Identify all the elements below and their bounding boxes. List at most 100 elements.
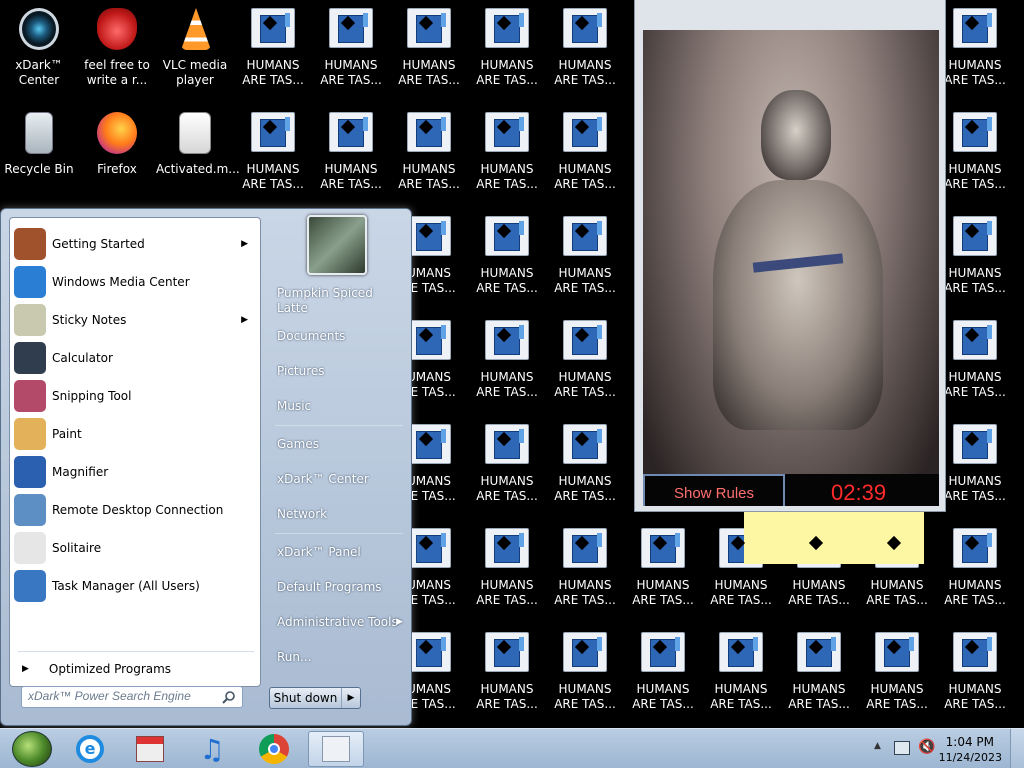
document-icon [483,110,531,158]
shutdown-button[interactable]: Shut down ▶ [269,687,361,709]
desktop-icon-humans[interactable]: HUMANS ARE TAS... [546,312,624,416]
desktop-icon-humans[interactable]: HUMANS ARE TAS... [624,624,702,728]
user-avatar[interactable] [307,215,367,275]
desktop-icon-xdark-center[interactable]: xDark™ Center [0,0,78,104]
desktop-icon-humans[interactable]: HUMANS ARE TAS... [936,520,1014,624]
start-menu-item[interactable]: Remote Desktop Connection [14,492,258,528]
run-link[interactable]: Run... [277,650,409,665]
desktop-icon-humans[interactable]: HUMANS ARE TAS... [546,104,624,208]
program-icon [14,494,46,526]
desktop-icon-humans[interactable]: HUMANS ARE TAS... [390,104,468,208]
search-icon[interactable] [222,690,236,704]
desktop-icon-label: HUMANS ARE TAS... [320,162,382,191]
network-tray-icon[interactable] [894,741,910,755]
program-icon [14,456,46,488]
clock-date[interactable]: 11/24/2023 [939,751,1002,764]
music-link[interactable]: Music [277,399,409,414]
desktop-icon-humans[interactable]: HUMANS ARE TAS... [468,312,546,416]
pictures-link[interactable]: Pictures [277,364,409,379]
start-menu-item[interactable]: Snipping Tool [14,378,258,414]
document-icon [951,318,999,366]
desktop-icon-humans[interactable]: HUMANS ARE TAS... [936,416,1014,520]
desktop-icon-label: HUMANS ARE TAS... [554,58,616,87]
desktop-icon-humans[interactable]: HUMANS ARE TAS... [624,520,702,624]
all-programs-item[interactable]: ▶ Optimized Programs [22,658,252,680]
firefox-icon [93,110,141,158]
desktop-icon-recycle-bin[interactable]: Recycle Bin [0,104,78,208]
document-icon [483,630,531,678]
start-menu-item[interactable]: Sticky Notes ▶ [14,302,258,338]
desktop-icon-humans[interactable]: HUMANS ARE TAS... [546,624,624,728]
taskbar-store-button[interactable] [122,731,178,767]
network-link[interactable]: Network [277,507,409,522]
desktop-icon-humans[interactable]: HUMANS ARE TAS... [546,0,624,104]
desktop-icon-humans[interactable]: HUMANS ARE TAS... [390,0,468,104]
start-menu-item[interactable]: Magnifier [14,454,258,490]
show-desktop-button[interactable] [1010,729,1024,768]
desktop-icon-humans[interactable]: HUMANS ARE TAS... [234,104,312,208]
xdark-panel-link[interactable]: xDark™ Panel [277,545,409,560]
taskbar-ie-button[interactable]: e [62,731,118,767]
separator [18,651,254,652]
desktop-icon-humans[interactable]: HUMANS ARE TAS... [936,104,1014,208]
start-menu-item[interactable]: Paint [14,416,258,452]
start-menu-item[interactable]: Task Manager (All Users) [14,568,258,604]
start-menu-item[interactable]: Getting Started ▶ [14,226,258,262]
desktop-icon-humans[interactable]: HUMANS ARE TAS... [546,520,624,624]
desktop-icon-humans[interactable]: HUMANS ARE TAS... [468,104,546,208]
desktop-icon-humans[interactable]: HUMANS ARE TAS... [936,624,1014,728]
desktop-icon-humans[interactable]: HUMANS ARE TAS... [312,0,390,104]
desktop-icon-humans[interactable]: HUMANS ARE TAS... [468,208,546,312]
desktop-icon-label: Activated.m... [156,162,240,176]
desktop-icon-label: feel free to write a r... [84,58,150,87]
start-button[interactable] [2,731,62,767]
shutdown-options-arrow[interactable]: ▶ [342,688,360,708]
desktop-icon-humans[interactable]: HUMANS ARE TAS... [546,208,624,312]
user-name-link[interactable]: Pumpkin Spiced Latte [277,286,409,316]
desktop-icon-humans[interactable]: HUMANS ARE TAS... [468,416,546,520]
desktop-icon-humans[interactable]: HUMANS ARE TAS... [780,624,858,728]
taskbar-music-button[interactable]: ♫ [184,731,240,767]
document-icon [561,110,609,158]
desktop-icon-humans[interactable]: HUMANS ARE TAS... [936,0,1014,104]
show-hidden-icons-button[interactable]: ▲ [874,741,881,751]
desktop-icon-humans[interactable]: HUMANS ARE TAS... [936,312,1014,416]
desktop-icon-vlc[interactable]: VLC media player [156,0,234,104]
desktop-icon-humans[interactable]: HUMANS ARE TAS... [468,0,546,104]
desktop-icon-humans[interactable]: HUMANS ARE TAS... [936,208,1014,312]
desktop-icon-humans[interactable]: HUMANS ARE TAS... [702,624,780,728]
taskbar-chrome-button[interactable] [246,731,302,767]
desktop-icon-humans[interactable]: HUMANS ARE TAS... [546,416,624,520]
desktop-icon-humans[interactable]: HUMANS ARE TAS... [468,624,546,728]
program-icon [14,304,46,336]
program-icon [14,266,46,298]
desktop-icon-feel-free[interactable]: feel free to write a r... [78,0,156,104]
xdark-center-link[interactable]: xDark™ Center [277,472,409,487]
desktop-icon-activated[interactable]: Activated.m... [156,104,240,208]
desktop-icon-humans[interactable]: HUMANS ARE TAS... [858,624,936,728]
start-menu-item-label: Magnifier [52,465,109,479]
start-menu-item[interactable]: Solitaire [14,530,258,566]
start-menu-item[interactable]: Calculator [14,340,258,376]
desktop-icon-humans[interactable]: HUMANS ARE TAS... [312,104,390,208]
video-window[interactable]: Show Rules 02:39 [634,0,946,512]
taskbar-notes-button[interactable] [308,731,364,767]
start-orb-icon [12,731,52,767]
admin-tools-link[interactable]: Administrative Tools ▶ [277,615,409,630]
desktop-icon-label: HUMANS ARE TAS... [632,578,694,607]
show-rules-button[interactable]: Show Rules [643,474,785,506]
volume-muted-icon[interactable]: 🔇 [918,739,935,755]
start-menu-item[interactable]: Windows Media Center [14,264,258,300]
games-link[interactable]: Games [277,437,409,452]
triangle-right-icon: ▶ [396,617,403,627]
desktop-icon-firefox[interactable]: Firefox [78,104,156,208]
desktop-icon-humans[interactable]: HUMANS ARE TAS... [234,0,312,104]
search-input[interactable]: xDark™ Power Search Engine [21,686,243,708]
clock-time[interactable]: 1:04 PM [946,735,994,749]
documents-link[interactable]: Documents [277,329,409,344]
program-icon [14,228,46,260]
default-programs-link[interactable]: Default Programs [277,580,409,595]
desktop-icon-humans[interactable]: HUMANS ARE TAS... [468,520,546,624]
document-icon [249,110,297,158]
document-icon [951,6,999,54]
